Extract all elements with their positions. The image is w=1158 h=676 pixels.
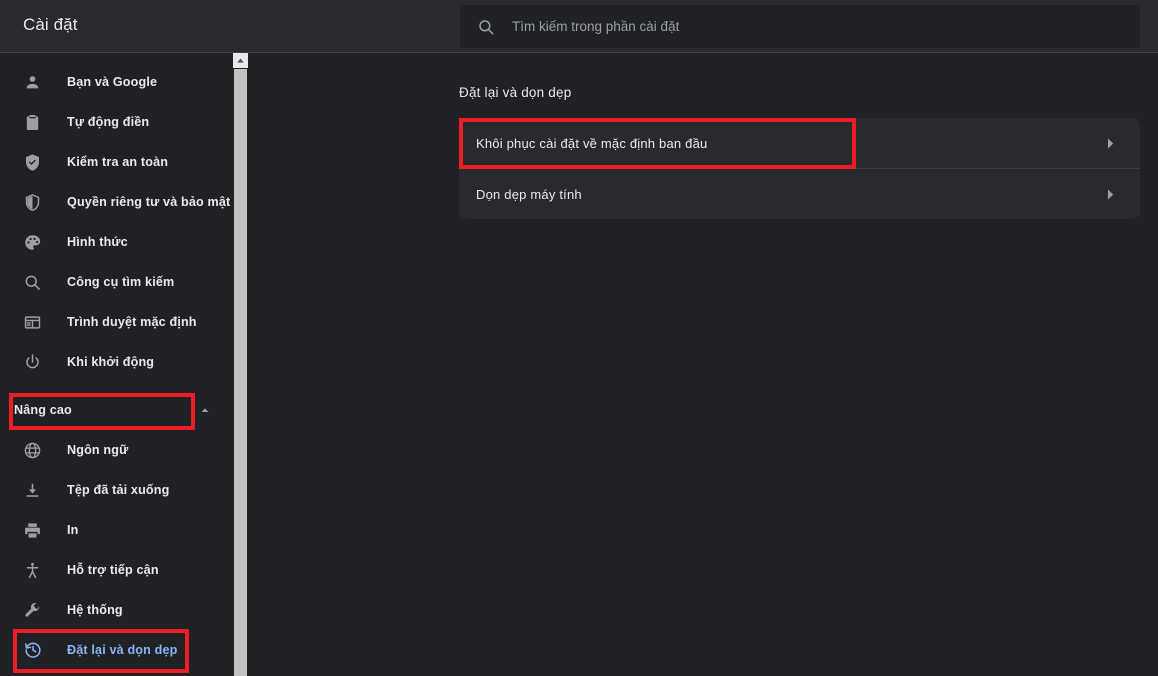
- sidebar-item-label: Tự động điền: [67, 115, 150, 129]
- scrollbar-thumb[interactable]: [234, 69, 247, 676]
- search-icon: [22, 272, 43, 293]
- app-header: Cài đặt: [0, 0, 1158, 53]
- sidebar-item-label: In: [67, 523, 79, 537]
- accessibility-icon: [22, 560, 43, 581]
- sidebar-item-label: Công cụ tìm kiếm: [67, 275, 175, 289]
- sidebar-item-on-startup[interactable]: Khi khởi động: [0, 342, 233, 382]
- shield-check-icon: [22, 152, 43, 173]
- sidebar-item-accessibility[interactable]: Hỗ trợ tiếp cận: [0, 550, 233, 590]
- scroll-up-arrow-icon[interactable]: [233, 53, 248, 68]
- sidebar-item-label: Hình thức: [67, 235, 128, 249]
- settings-card: Khôi phục cài đặt về mặc định ban đầu Dọ…: [459, 118, 1140, 219]
- power-icon: [22, 352, 43, 373]
- chevron-up-icon[interactable]: [198, 403, 212, 417]
- sidebar-item-label: Hệ thống: [67, 603, 123, 617]
- browser-window-icon: [22, 312, 43, 333]
- palette-icon: [22, 232, 43, 253]
- printer-icon: [22, 520, 43, 541]
- sidebar-item-search-engine[interactable]: Công cụ tìm kiếm: [0, 262, 233, 302]
- row-clean-up-computer[interactable]: Dọn dẹp máy tính: [459, 168, 1140, 219]
- sidebar-item-downloads[interactable]: Tệp đã tải xuống: [0, 470, 233, 510]
- sidebar-item-label: Trình duyệt mặc định: [67, 315, 197, 329]
- sidebar-item-label: Kiểm tra an toàn: [67, 155, 169, 169]
- sidebar-section-advanced[interactable]: Nâng cao: [0, 390, 233, 430]
- sidebar-scrollbar[interactable]: [233, 53, 248, 676]
- shield-half-icon: [22, 192, 43, 213]
- globe-icon: [22, 440, 43, 461]
- row-label: Dọn dẹp máy tính: [476, 186, 582, 202]
- sidebar-item-label: Tệp đã tải xuống: [67, 483, 170, 497]
- sidebar-item-label: Khi khởi động: [67, 355, 155, 369]
- search-input[interactable]: [512, 19, 1112, 34]
- sidebar-item-you-and-google[interactable]: Bạn và Google: [0, 62, 233, 102]
- sidebar-item-reset-and-cleanup[interactable]: Đặt lại và dọn dẹp: [0, 630, 233, 670]
- sidebar-section-advanced-label: Nâng cao: [14, 403, 72, 417]
- page-title: Cài đặt: [23, 15, 78, 34]
- sidebar-item-default-browser[interactable]: Trình duyệt mặc định: [0, 302, 233, 342]
- sidebar-item-label: Ngôn ngữ: [67, 443, 129, 457]
- sidebar-item-label: Bạn và Google: [67, 75, 158, 89]
- sidebar-item-appearance[interactable]: Hình thức: [0, 222, 233, 262]
- search-bar[interactable]: [460, 5, 1140, 48]
- row-label: Khôi phục cài đặt về mặc định ban đầu: [476, 135, 708, 151]
- chevron-right-icon: [1106, 188, 1115, 201]
- chevron-right-icon: [1106, 137, 1115, 150]
- restore-history-icon: [22, 640, 43, 661]
- sidebar-item-safety-check[interactable]: Kiểm tra an toàn: [0, 142, 233, 182]
- clipboard-icon: [22, 112, 43, 133]
- person-icon: [22, 72, 43, 93]
- sidebar-item-label: Đặt lại và dọn dẹp: [67, 643, 178, 657]
- settings-sidebar: Bạn và Google Tự động điền Kiểm tra an t…: [0, 53, 233, 676]
- wrench-icon: [22, 600, 43, 621]
- row-restore-defaults[interactable]: Khôi phục cài đặt về mặc định ban đầu: [459, 118, 1140, 168]
- sidebar-item-label: Quyền riêng tư và bảo mật: [67, 195, 231, 209]
- sidebar-item-languages[interactable]: Ngôn ngữ: [0, 430, 233, 470]
- sidebar-item-label: Hỗ trợ tiếp cận: [67, 563, 159, 577]
- sidebar-item-privacy-and-security[interactable]: Quyền riêng tư và bảo mật: [0, 182, 233, 222]
- download-icon: [22, 480, 43, 501]
- settings-main-content: Đặt lại và dọn dẹp Khôi phục cài đặt về …: [248, 53, 1158, 676]
- sidebar-item-printing[interactable]: In: [0, 510, 233, 550]
- section-heading: Đặt lại và dọn dẹp: [459, 85, 572, 100]
- sidebar-item-autofill[interactable]: Tự động điền: [0, 102, 233, 142]
- search-icon: [477, 18, 495, 36]
- sidebar-item-system[interactable]: Hệ thống: [0, 590, 233, 630]
